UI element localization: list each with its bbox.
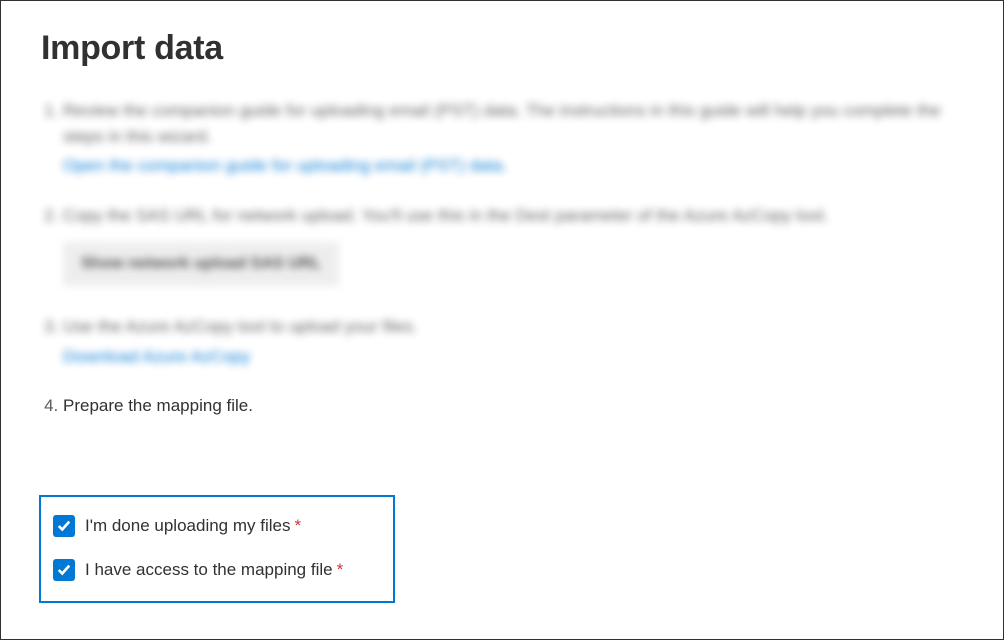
step-2: Copy the SAS URL for network upload. You… (63, 203, 965, 291)
done-uploading-label: I'm done uploading my files (85, 516, 290, 536)
step-3: Use the Azure AzCopy tool to upload your… (63, 314, 965, 369)
access-mapping-checkbox[interactable] (53, 559, 75, 581)
download-azcopy-link[interactable]: Download Azure AzCopy (63, 344, 250, 370)
checkmark-icon (57, 563, 71, 577)
confirmation-checkbox-group: I'm done uploading my files * I have acc… (39, 495, 395, 603)
required-indicator: * (294, 516, 301, 536)
done-uploading-checkbox[interactable] (53, 515, 75, 537)
step-4-text: Prepare the mapping file. (63, 396, 253, 415)
required-indicator: * (337, 560, 344, 580)
companion-guide-link[interactable]: Open the companion guide for uploading e… (63, 153, 507, 179)
page-title: Import data (41, 29, 965, 68)
step-1-text: Review the companion guide for uploading… (63, 101, 941, 146)
checkmark-icon (57, 519, 71, 533)
step-2-text: Copy the SAS URL for network upload. You… (63, 206, 828, 225)
step-3-text: Use the Azure AzCopy tool to upload your… (63, 317, 417, 336)
wizard-steps-list: Review the companion guide for uploading… (41, 98, 965, 419)
access-mapping-label: I have access to the mapping file (85, 560, 333, 580)
step-1: Review the companion guide for uploading… (63, 98, 965, 179)
checkbox-row-access-mapping: I have access to the mapping file * (53, 559, 373, 581)
checkbox-row-done-uploading: I'm done uploading my files * (53, 515, 373, 537)
show-sas-url-button[interactable]: Show network upload SAS URL (63, 242, 339, 286)
step-4: Prepare the mapping file. (63, 393, 965, 419)
import-data-panel: Import data Review the companion guide f… (0, 0, 1004, 640)
